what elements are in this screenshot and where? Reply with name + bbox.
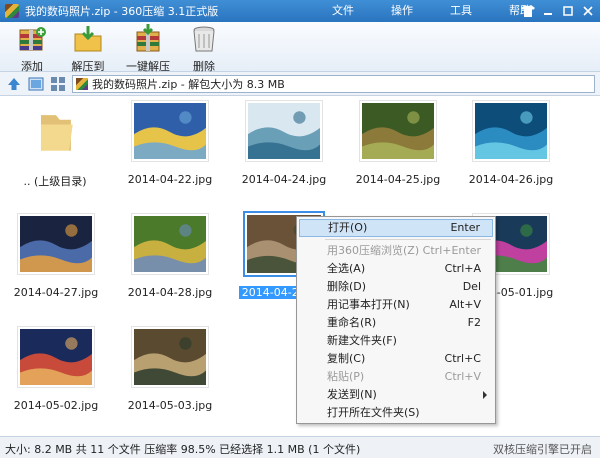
ctx-label: 删除(D): [327, 280, 367, 293]
file-item[interactable]: 2014-05-02.jpg: [0, 326, 112, 412]
file-thumbnail: [131, 213, 209, 275]
ctx-label: 全选(A): [327, 262, 366, 275]
maximize-icon[interactable]: [560, 3, 576, 19]
file-item[interactable]: 2014-04-25.jpg: [342, 100, 454, 186]
one-click-extract-button[interactable]: 一键解压: [118, 24, 178, 73]
file-item[interactable]: 2014-04-24.jpg: [228, 100, 340, 186]
file-item[interactable]: 2014-04-27.jpg: [0, 213, 112, 299]
file-thumbnail: [17, 213, 95, 275]
address-path-field[interactable]: 我的数码照片.zip - 解包大小为 8.3 MB: [72, 75, 595, 93]
extract-to-button[interactable]: 解压到: [58, 24, 118, 73]
photo-thumbnail: [20, 216, 92, 272]
view-thumbnails-icon[interactable]: [50, 76, 66, 92]
add-archive-icon: [19, 27, 46, 51]
address-bar: 我的数码照片.zip - 解包大小为 8.3 MB: [0, 72, 600, 96]
file-thumbnail: [16, 100, 94, 162]
view-list-icon[interactable]: [28, 76, 44, 92]
menu-tools[interactable]: 工具: [440, 0, 482, 22]
ctx-open-containing-folder[interactable]: 打开所在文件夹(S): [299, 404, 493, 422]
file-item[interactable]: 2014-05-03.jpg: [114, 326, 226, 412]
delete-button[interactable]: 删除: [174, 24, 234, 73]
file-name: 2014-04-25.jpg: [355, 173, 441, 186]
file-thumbnail: [131, 326, 209, 388]
file-thumbnail: [472, 100, 550, 162]
submenu-arrow-icon: [483, 391, 487, 399]
file-name: 2014-04-22.jpg: [127, 173, 213, 186]
ctx-browse-360[interactable]: 用360压缩浏览(Z) Ctrl+Enter: [299, 242, 493, 260]
ctx-copy[interactable]: 复制(C) Ctrl+C: [299, 350, 493, 368]
extract-folder-icon: [74, 26, 102, 52]
file-item[interactable]: 2014-04-26.jpg: [455, 100, 567, 186]
file-name: 2014-05-03.jpg: [127, 399, 213, 412]
file-item-parent-folder[interactable]: .. (上级目录): [0, 100, 111, 189]
photo-thumbnail: [20, 329, 92, 385]
ctx-label: 打开所在文件夹(S): [327, 406, 420, 419]
ctx-open-notepad[interactable]: 用记事本打开(N) Alt+V: [299, 296, 493, 314]
status-bar: 大小: 8.2 MB 共 11 个文件 压缩率 98.5% 已经选择 1.1 M…: [0, 436, 600, 458]
menu-file[interactable]: 文件: [322, 0, 364, 22]
ctx-open[interactable]: 打开(O) Enter: [299, 219, 493, 237]
one-click-extract-icon: [136, 24, 160, 52]
context-menu: 打开(O) Enter 用360压缩浏览(Z) Ctrl+Enter 全选(A) Ct…: [296, 216, 496, 424]
file-name: 2014-05-02.jpg: [13, 399, 99, 412]
file-item[interactable]: 2014-04-22.jpg: [114, 100, 226, 186]
address-path-text: 我的数码照片.zip - 解包大小为 8.3 MB: [92, 78, 285, 91]
up-arrow-icon[interactable]: [6, 76, 22, 92]
ctx-new-folder[interactable]: 新建文件夹(F): [299, 332, 493, 350]
title-bar: 我的数码照片.zip - 360压缩 3.1正式版 文件 操作 工具 帮助: [0, 0, 600, 22]
file-name: 2014-04-28.jpg: [127, 286, 213, 299]
photo-thumbnail: [134, 216, 206, 272]
archive-app-icon: [5, 4, 19, 18]
photo-thumbnail: [134, 103, 206, 159]
file-name: 2014-04-26.jpg: [468, 173, 554, 186]
ctx-label: 粘贴(P): [327, 370, 365, 383]
ctx-label: 打开(O): [328, 221, 368, 234]
ctx-label: 用360压缩浏览(Z): [327, 244, 420, 257]
archive-icon: [76, 78, 88, 90]
file-thumbnail: [359, 100, 437, 162]
skin-shirt-icon[interactable]: [520, 3, 536, 19]
photo-thumbnail: [134, 329, 206, 385]
trash-icon: [193, 26, 215, 52]
file-name: 2014-04-27.jpg: [13, 286, 99, 299]
add-button[interactable]: 添加: [2, 24, 62, 73]
ctx-label: 发送到(N): [327, 388, 377, 401]
file-item[interactable]: 2014-04-28.jpg: [114, 213, 226, 299]
file-thumbnail: [245, 100, 323, 162]
status-text: 大小: 8.2 MB 共 11 个文件 压缩率 98.5% 已经选择 1.1 M…: [5, 443, 361, 456]
ctx-shortcut: Ctrl+V: [444, 370, 481, 383]
close-icon[interactable]: [580, 3, 596, 19]
ctx-separator: [325, 239, 491, 240]
ctx-shortcut: Enter: [450, 221, 480, 234]
ctx-select-all[interactable]: 全选(A) Ctrl+A: [299, 260, 493, 278]
ctx-shortcut: Ctrl+A: [444, 262, 481, 275]
engine-status-text: 双核压缩引擎已开启: [493, 443, 592, 456]
photo-thumbnail: [475, 103, 547, 159]
file-name: 2014-04-24.jpg: [241, 173, 327, 186]
ctx-label: 重命名(R): [327, 316, 377, 329]
file-thumbnail: [17, 326, 95, 388]
ctx-label: 用记事本打开(N): [327, 298, 410, 311]
window-title: 我的数码照片.zip - 360压缩 3.1正式版: [25, 5, 219, 18]
file-name: .. (上级目录): [23, 175, 87, 188]
photo-thumbnail: [362, 103, 434, 159]
file-thumbnail: [131, 100, 209, 162]
minimize-icon[interactable]: [540, 3, 556, 19]
ctx-delete[interactable]: 删除(D) Del: [299, 278, 493, 296]
ctx-shortcut: Ctrl+Enter: [422, 244, 481, 257]
ctx-label: 新建文件夹(F): [327, 334, 397, 347]
folder-icon: [40, 115, 73, 151]
ctx-shortcut: Ctrl+C: [444, 352, 481, 365]
ctx-rename[interactable]: 重命名(R) F2: [299, 314, 493, 332]
photo-thumbnail: [248, 103, 320, 159]
menu-operation[interactable]: 操作: [381, 0, 423, 22]
ctx-shortcut: Del: [462, 280, 481, 293]
ctx-shortcut: F2: [467, 316, 481, 329]
window-controls: [520, 3, 596, 19]
ctx-paste[interactable]: 粘贴(P) Ctrl+V: [299, 368, 493, 386]
ctx-shortcut: Alt+V: [449, 298, 481, 311]
ctx-label: 复制(C): [327, 352, 366, 365]
ctx-send-to[interactable]: 发送到(N): [299, 386, 493, 404]
toolbar: 添加 解压到 一键解压 删除: [0, 22, 600, 73]
